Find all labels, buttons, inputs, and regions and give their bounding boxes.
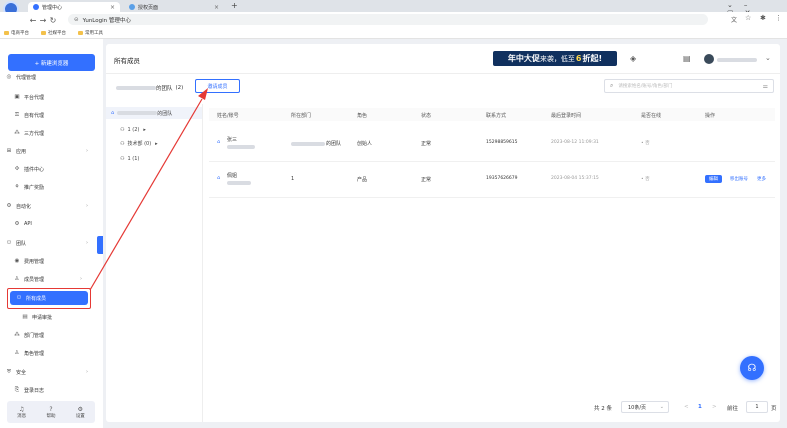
arrow-line [89, 98, 203, 291]
arrow-head [198, 88, 208, 100]
annotation-arrow [89, 88, 208, 291]
